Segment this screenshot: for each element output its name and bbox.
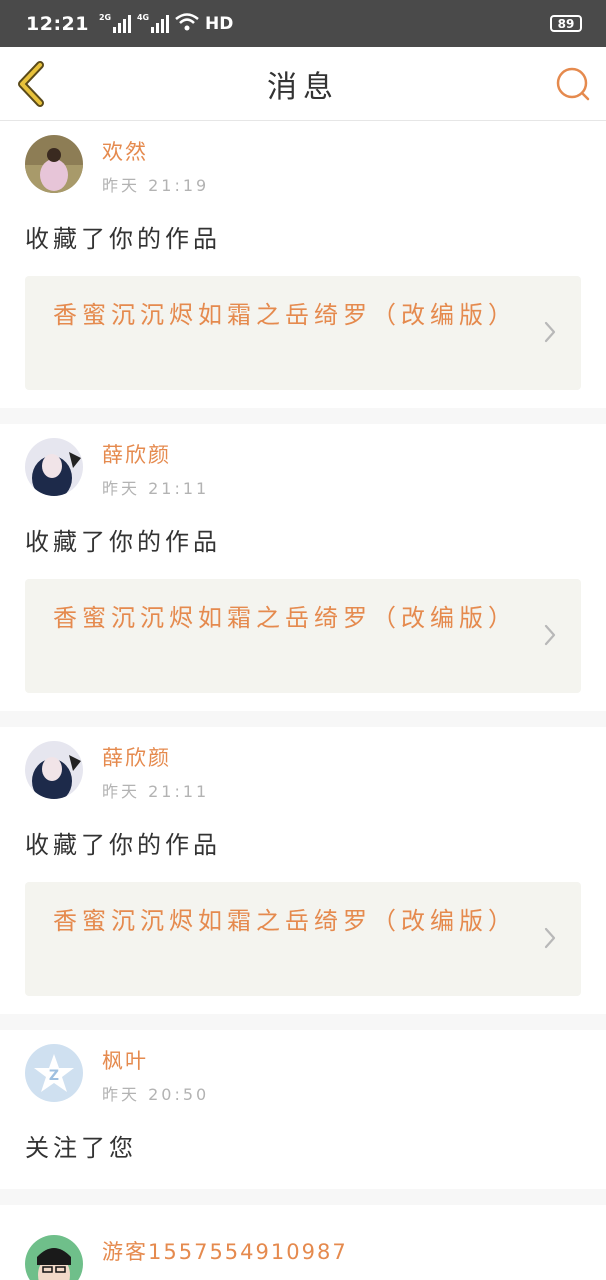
message-card[interactable]: 欢然 昨天 21:19 收藏了你的作品 香蜜沉沉烬如霜之岳绮罗（改编版） (0, 121, 606, 408)
battery-level: 89 (557, 16, 575, 31)
signal-4g-icon: 4G (136, 12, 169, 33)
message-card[interactable]: 薛欣颜 昨天 21:11 收藏了你的作品 香蜜沉沉烬如霜之岳绮罗（改编版） (0, 424, 606, 711)
svg-text:Z: Z (49, 1068, 59, 1084)
action-text: 收藏了你的作品 (25, 528, 221, 556)
hd-label: HD (204, 13, 234, 34)
work-link[interactable]: 香蜜沉沉烬如霜之岳绮罗（改编版） (25, 882, 581, 996)
signal-2g-icon: 2G (98, 12, 131, 33)
message-list: 欢然 昨天 21:19 收藏了你的作品 香蜜沉沉烬如霜之岳绮罗（改编版） 薛欣颜… (0, 121, 606, 1280)
work-link[interactable]: 香蜜沉沉烬如霜之岳绮罗（改编版） (25, 276, 581, 390)
timestamp: 昨天 21:11 (102, 479, 210, 498)
work-title: 香蜜沉沉烬如霜之岳绮罗（改编版） (53, 604, 517, 632)
message-card[interactable]: 游客15575549​10987 (0, 1205, 606, 1280)
timestamp: 昨天 21:11 (102, 782, 210, 801)
work-title: 香蜜沉沉烬如霜之岳绮罗（改编版） (53, 301, 517, 329)
status-icons: 2G 4G HD (99, 12, 233, 36)
page-title: 消息 (267, 69, 339, 105)
work-title: 香蜜沉沉烬如霜之岳绮罗（改编版） (53, 907, 517, 935)
message-card[interactable]: 薛欣颜 昨天 21:11 收藏了你的作品 香蜜沉沉烬如霜之岳绮罗（改编版） (0, 727, 606, 1014)
avatar[interactable]: Z (25, 1044, 83, 1102)
action-text: 收藏了你的作品 (25, 831, 221, 859)
wifi-icon (175, 12, 199, 36)
action-text: 关注了您 (25, 1134, 137, 1162)
timestamp: 昨天 20:50 (102, 1085, 210, 1104)
work-link[interactable]: 香蜜沉沉烬如霜之岳绮罗（改编版） (25, 579, 581, 693)
avatar[interactable] (25, 438, 83, 496)
avatar[interactable] (25, 135, 83, 193)
user-name[interactable]: 薛欣颜 (102, 742, 209, 772)
status-time: 12:21 (26, 12, 89, 35)
avatar[interactable] (25, 1235, 83, 1280)
network-type-label: 4G (136, 12, 150, 22)
user-name[interactable]: 薛欣颜 (102, 439, 209, 469)
network-type-label: 2G (98, 12, 112, 22)
timestamp: 昨天 21:19 (102, 176, 210, 195)
message-card[interactable]: Z 枫叶 昨天 20:50 关注了您 (0, 1030, 606, 1189)
user-name[interactable]: 欢然 (102, 136, 209, 166)
chevron-right-icon (543, 320, 557, 344)
status-bar: 12:21 2G 4G HD 89 (0, 0, 606, 47)
action-text: 收藏了你的作品 (25, 225, 221, 253)
chevron-right-icon (543, 623, 557, 647)
user-name[interactable]: 游客15575549​10987 (102, 1236, 348, 1266)
nav-bar: 消息 (0, 47, 606, 121)
chevron-right-icon (543, 926, 557, 950)
battery-icon: 89 (550, 15, 582, 32)
search-icon[interactable] (554, 65, 592, 103)
avatar[interactable] (25, 741, 83, 799)
chevron-left-icon[interactable] (14, 61, 54, 107)
user-name[interactable]: 枫叶 (102, 1045, 209, 1075)
